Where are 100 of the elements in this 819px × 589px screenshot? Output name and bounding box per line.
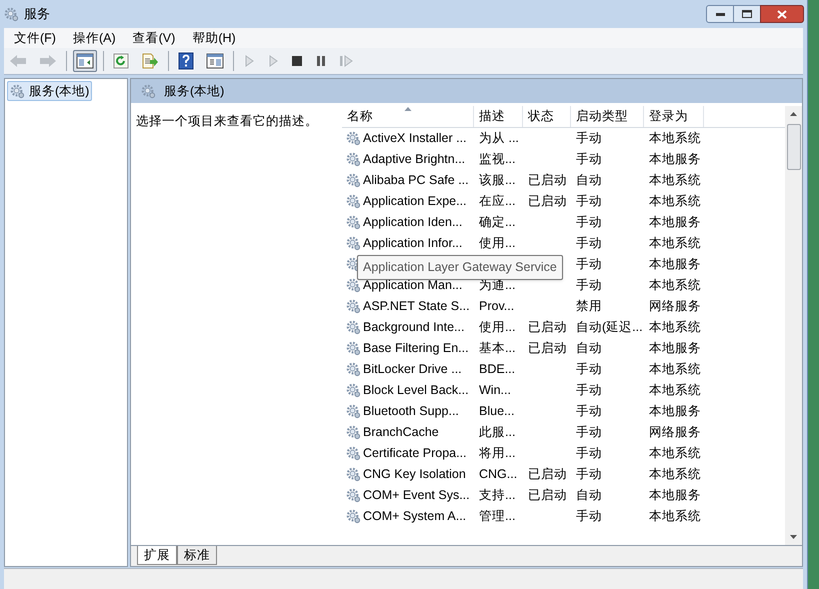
table-cell: 手动 xyxy=(576,383,602,398)
gear-icon xyxy=(346,320,361,335)
column-header[interactable]: 登录为 xyxy=(644,106,704,127)
table-cell-text: Application Man... xyxy=(363,277,462,294)
table-cell-text: Adaptive Brightn... xyxy=(363,151,466,168)
table-cell: 手动 xyxy=(576,152,602,166)
table-cell: 已启动 xyxy=(528,320,567,334)
menu-item[interactable]: 帮助(H) xyxy=(184,28,244,48)
gear-icon xyxy=(346,362,361,377)
table-cell: 手动 xyxy=(576,467,602,482)
gear-icon xyxy=(346,278,361,293)
table-cell: 自动 xyxy=(576,341,602,356)
table-cell: 本地系统 xyxy=(649,446,701,460)
table-cell: 在应... xyxy=(479,194,516,208)
sort-caret-icon xyxy=(404,107,411,111)
maximize-button[interactable] xyxy=(734,5,760,23)
table-cell-text: COM+ System A... xyxy=(363,508,466,526)
table-cell: 确定... xyxy=(479,215,516,230)
menu-item[interactable]: 操作(A) xyxy=(64,28,124,48)
table-cell: 管理... xyxy=(479,509,516,524)
table-cell: 使用... xyxy=(479,320,516,334)
pause-icon xyxy=(315,54,327,68)
column-header[interactable]: 描述 xyxy=(474,106,523,127)
resume-icon xyxy=(339,54,353,68)
minimize-icon xyxy=(716,12,724,16)
scroll-down-icon xyxy=(790,535,797,539)
table-cell: 使用... xyxy=(479,236,516,250)
table-cell: 本地系统 xyxy=(649,383,701,398)
gear-icon xyxy=(346,404,361,419)
gear-icon xyxy=(346,446,361,461)
scrollbar[interactable] xyxy=(785,106,802,545)
table-cell: 基本... xyxy=(479,341,516,356)
table-cell: 本地系统 xyxy=(649,467,701,482)
table-cell-text: Base Filtering En... xyxy=(363,340,469,358)
table-cell: 本地服务 xyxy=(649,488,701,502)
table-cell-text: Alibaba PC Safe ... xyxy=(363,172,469,190)
menu-item[interactable]: 查看(V) xyxy=(124,28,184,48)
scroll-up-icon xyxy=(790,112,797,116)
table-cell: 本地服务 xyxy=(649,215,701,230)
table-cell: 本地系统 xyxy=(649,173,701,188)
table-cell-text: Certificate Propa... xyxy=(363,445,467,462)
table-cell: 网络服务 xyxy=(649,425,701,440)
table-cell: 本地服务 xyxy=(649,152,701,166)
export-icon xyxy=(141,53,159,69)
panel-icon xyxy=(76,53,94,69)
toolbar-button[interactable] xyxy=(73,50,97,72)
scroll-thumb[interactable] xyxy=(786,124,800,170)
table-cell-text: BranchCache xyxy=(363,424,439,442)
table-cell-text: Block Level Back... xyxy=(363,382,469,400)
table-cell: 本地系统 xyxy=(649,236,701,250)
play-icon xyxy=(243,54,255,68)
table-cell: 自动 xyxy=(576,488,602,502)
column-header[interactable]: 启动类型 xyxy=(571,106,644,127)
table-cell-text: BitLocker Drive ... xyxy=(363,361,462,378)
minimize-button[interactable] xyxy=(706,5,734,23)
table-cell: 手动 xyxy=(576,257,602,272)
column-header[interactable]: 状态 xyxy=(523,106,571,127)
refresh-icon xyxy=(113,53,129,69)
table-cell: 已启动 xyxy=(528,194,567,208)
services-app-icon xyxy=(4,6,19,22)
table-cell: 本地系统 xyxy=(649,131,701,146)
table-cell: Prov... xyxy=(479,299,514,314)
gear-icon xyxy=(346,194,361,209)
table-cell: 手动 xyxy=(576,425,602,440)
table-cell: 已启动 xyxy=(528,488,567,502)
table-cell: 为从 ... xyxy=(479,131,519,146)
table-cell: 本地系统 xyxy=(649,320,701,334)
table-cell: 本地系统 xyxy=(649,194,701,208)
table-cell: Blue... xyxy=(479,404,514,418)
table-cell: 手动 xyxy=(576,446,602,460)
column-header[interactable]: 名称 xyxy=(342,106,474,127)
table-cell: 手动 xyxy=(576,404,602,418)
gear-icon xyxy=(346,509,361,524)
table-cell: 本地服务 xyxy=(649,257,701,272)
gear-icon xyxy=(346,299,361,314)
table-cell: 监视... xyxy=(479,152,516,166)
tree-item[interactable]: 服务(本地) xyxy=(7,81,92,101)
view-tab[interactable]: 标准 xyxy=(177,546,217,565)
table-cell: 已启动 xyxy=(528,173,567,188)
table-cell: BDE... xyxy=(479,362,516,376)
table-cell: 该服... xyxy=(479,173,516,188)
view-tab[interactable]: 扩展 xyxy=(137,546,177,565)
back-arrow-icon xyxy=(9,54,27,68)
table-cell: 已启动 xyxy=(528,467,567,482)
gear-icon xyxy=(346,341,361,356)
stop-icon xyxy=(291,54,303,68)
table-cell-text: COM+ Event Sys... xyxy=(363,487,470,504)
table-cell: 网络服务 xyxy=(649,299,701,314)
table-cell-text: Application Infor... xyxy=(363,235,462,252)
table-cell-text: Bluetooth Supp... xyxy=(363,403,459,420)
table-cell-text: Application Iden... xyxy=(363,214,462,232)
table-cell: 手动 xyxy=(576,131,602,146)
close-button[interactable] xyxy=(760,5,804,23)
table-cell-text: ASP.NET State S... xyxy=(363,298,470,316)
gear-icon xyxy=(346,383,361,398)
table-cell: 本地服务 xyxy=(649,404,701,418)
menu-item[interactable]: 文件(F) xyxy=(6,28,64,48)
table-cell: 手动 xyxy=(576,215,602,230)
table-cell: Win... xyxy=(479,383,511,398)
table-cell: 手动 xyxy=(576,194,602,208)
